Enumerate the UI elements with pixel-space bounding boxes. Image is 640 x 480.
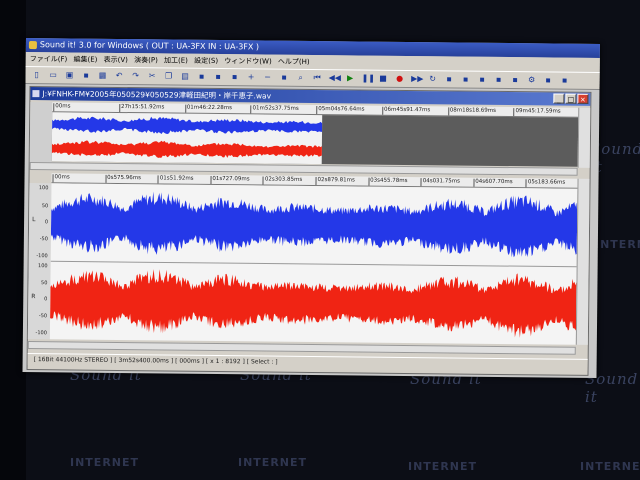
trim-icon[interactable]: ▪ — [213, 72, 223, 82]
zoom-out-icon[interactable]: − — [263, 72, 273, 82]
menu-view[interactable]: 表示(V) — [104, 56, 128, 64]
print-icon[interactable]: ▦ — [98, 71, 108, 81]
desktop-watermark-net: INTERNET — [238, 456, 308, 469]
overview-channel-strip — [29, 102, 53, 163]
ruler-tick-label: 00ms — [55, 103, 71, 110]
channel-right-label: R — [31, 293, 36, 301]
overview-left-wave — [52, 116, 323, 135]
delete-icon[interactable]: ▪ — [197, 72, 207, 82]
y-label: -100 — [36, 253, 48, 260]
ruler-tick-label: 01m52s37.75ms — [252, 105, 299, 112]
new-file-icon[interactable]: ▯ — [32, 70, 42, 80]
tool-icon[interactable]: ▪ — [543, 75, 553, 85]
right-channel-wave — [50, 269, 577, 338]
overview-right-wave — [51, 140, 322, 158]
zoom-in-icon[interactable]: + — [246, 72, 256, 82]
y-label: 0 — [44, 219, 49, 226]
left-channel-wave — [50, 191, 578, 258]
cut-icon[interactable]: ✂ — [147, 71, 157, 81]
document-window: J:¥FNHK-FM¥2005年050529¥050529津軽田紀明・岸千恵子.… — [26, 86, 592, 376]
paste-icon[interactable]: ▤ — [180, 72, 190, 82]
stop-icon[interactable]: ■ — [378, 74, 388, 84]
ruler-tick-label: 04s607.70ms — [475, 178, 513, 186]
maximize-button[interactable]: □ — [565, 93, 577, 104]
desktop-watermark-net: INTERNET — [595, 238, 640, 251]
meter-icon[interactable]: ▪ — [560, 76, 570, 86]
minimize-button[interactable]: _ — [553, 93, 565, 104]
ruler-tick-label: 27h15:51.92ms — [121, 103, 165, 111]
open-folder-icon[interactable]: ▭ — [48, 70, 58, 80]
save-icon[interactable]: ▣ — [65, 70, 75, 80]
y-label: 100 — [38, 263, 48, 270]
menu-settings[interactable]: 設定(S) — [194, 57, 218, 65]
y-label: 100 — [38, 185, 49, 192]
document-icon — [32, 90, 40, 98]
menu-process[interactable]: 加工(E) — [164, 56, 188, 64]
copy-icon[interactable]: ❐ — [164, 71, 174, 81]
ruler-tick-label: 04s031.75ms — [422, 178, 461, 185]
y-label: -50 — [39, 236, 48, 243]
ruler-tick-label: 08m18s18.69ms — [449, 107, 496, 114]
y-label: 0 — [44, 296, 48, 303]
main-vertical-scrollbar[interactable] — [575, 178, 590, 345]
amplitude-axis: 100 50 0 -50 -100 L 100 50 0 -50 -100 R — [27, 183, 52, 340]
overview-vertical-scrollbar[interactable] — [577, 107, 591, 168]
main-waveform[interactable] — [49, 183, 578, 345]
menu-file[interactable]: ファイル(F) — [30, 55, 68, 63]
menu-window[interactable]: ウィンドウ(W) — [224, 57, 271, 65]
menu-edit[interactable]: 編集(E) — [73, 55, 97, 63]
rewind-start-icon[interactable]: ⏮ — [312, 73, 322, 83]
rewind-icon[interactable]: ◀◀ — [329, 73, 341, 83]
main-waveform-svg — [50, 191, 578, 338]
desktop-watermark-net: INTERNET — [580, 460, 640, 473]
menu-help[interactable]: ヘルプ(H) — [278, 58, 310, 66]
settings-icon[interactable]: ⚙ — [527, 75, 537, 85]
zoom-fit-icon[interactable]: ▪ — [279, 73, 289, 83]
app-window: Sound it! 3.0 for Windows ( OUT : UA-3FX… — [22, 38, 600, 378]
ruler-tick-label: 03s455.78ms — [370, 177, 408, 185]
wave-icon[interactable]: ▪ — [461, 75, 471, 85]
close-button[interactable]: × — [577, 93, 589, 104]
redo-icon[interactable]: ↷ — [131, 71, 141, 81]
undo-icon[interactable]: ↶ — [114, 71, 124, 81]
fast-forward-icon[interactable]: ▶▶ — [411, 74, 423, 84]
overview-waveform-svg — [51, 116, 323, 158]
ruler-tick-label: 05m04s76.64ms — [318, 106, 365, 113]
status-bar: [ 16Bit 44100Hz STEREO ] [ 3m52s400.00ms… — [27, 353, 588, 371]
y-label: 50 — [41, 203, 49, 210]
eq-icon[interactable]: ▪ — [510, 75, 520, 85]
mix-icon[interactable]: ▪ — [230, 72, 240, 82]
menu-play[interactable]: 演奏(P) — [134, 56, 158, 64]
ruler-tick-label: 01s51.92ms — [159, 175, 194, 182]
play-icon[interactable]: ▶ — [345, 73, 355, 83]
ruler-tick-label: 00ms — [54, 174, 70, 181]
scrub-icon[interactable]: ▪ — [477, 75, 487, 85]
y-label: 50 — [41, 280, 48, 287]
ruler-tick-label: 01m46:22.28ms — [186, 104, 232, 112]
app-title: Sound it! 3.0 for Windows ( OUT : UA-3FX… — [39, 40, 260, 52]
fx-icon[interactable]: ▪ — [494, 75, 504, 85]
document-title: J:¥FNHK-FM¥2005年050529¥050529津軽田紀明・岸千恵子.… — [42, 89, 272, 101]
desktop-watermark-net: INTERNET — [70, 456, 140, 469]
y-label: -50 — [38, 313, 48, 320]
ruler-tick-label: 02s879.81ms — [317, 177, 355, 184]
search-icon[interactable]: ⌕ — [296, 73, 306, 83]
ruler-tick-label: 06m45s91.47ms — [383, 106, 431, 114]
monitor-bezel — [0, 0, 26, 480]
ruler-tick-label: 05s183.66ms — [527, 179, 566, 186]
channel-left-label: L — [32, 216, 36, 224]
app-icon — [28, 41, 37, 50]
overview-waveform[interactable] — [51, 112, 579, 167]
loop-icon[interactable]: ↻ — [428, 74, 438, 84]
save-all-icon[interactable]: ▪ — [81, 71, 91, 81]
ruler-tick-label: 01s727.09ms — [212, 175, 250, 183]
ruler-tick-label: 09m45:17.59ms — [515, 108, 561, 115]
record-icon[interactable]: ● — [395, 74, 405, 84]
desktop-watermark-net: INTERNET — [408, 460, 478, 473]
pause-icon[interactable]: ❚❚ — [362, 74, 375, 84]
ruler-tick-label: 0s575.96ms — [107, 174, 142, 182]
marker-icon[interactable]: ▪ — [444, 74, 454, 84]
y-label: -100 — [35, 330, 47, 337]
ruler-tick-label: 02s303.85ms — [264, 176, 303, 183]
